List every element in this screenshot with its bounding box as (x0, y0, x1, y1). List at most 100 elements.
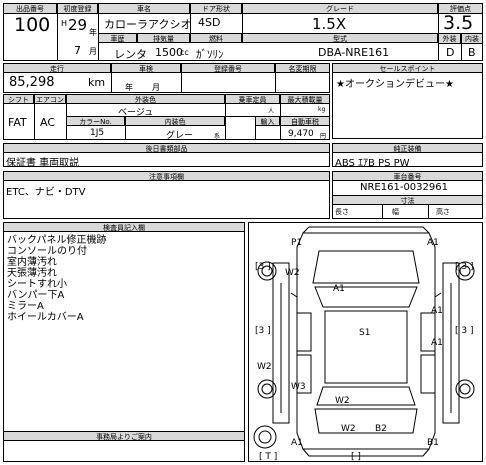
mark-w2: W2 (341, 424, 356, 434)
divider (280, 126, 281, 140)
inspector-note: バンパー下A (7, 290, 65, 301)
frame-no-label: 車台番号 (332, 171, 483, 181)
divider (125, 126, 126, 140)
length-label: 長さ (335, 208, 349, 216)
divider (428, 205, 429, 219)
ac-label: エアコン (34, 94, 66, 104)
lot-label: 出品番号 (3, 3, 57, 14)
mark-bracket: [ 3 ] (455, 326, 473, 336)
mark-w2: W2 (335, 396, 350, 406)
reg-no-label: 登録番号 (181, 63, 275, 73)
ac: AC (40, 116, 56, 129)
year-unit: 年 (89, 28, 97, 37)
reg-year-label: 初度登録 (57, 3, 98, 14)
mark-a1: A1 (291, 438, 303, 448)
capacity-label: 乗車定員 (225, 94, 280, 104)
width-label: 幅 (392, 208, 399, 216)
mark-w2: W2 (257, 362, 272, 372)
int-grade: B (468, 46, 476, 59)
mileage: 85,298 (9, 75, 55, 90)
int-color-label: 内装色 (125, 116, 225, 126)
displacement-label: 排気量 (137, 33, 190, 43)
docs-value: 保証書 車両取説 (6, 158, 80, 169)
mark-a1: A1 (431, 338, 443, 348)
inspector-notes: バックパネル修正機跡 コンソールのり付 室内薄汚れ 天張薄汚れ シートすれ小 バ… (7, 235, 107, 323)
model-label: 型式 (242, 33, 438, 43)
fuel: ｶﾞｿﾘﾝ (196, 48, 224, 61)
inspector-label: 検査員記入欄 (3, 222, 245, 232)
tax: 9,470 (288, 129, 314, 139)
color-label: 外装色 (66, 94, 225, 104)
mark-bracket: [ ] (351, 452, 361, 461)
usage: レンタ (114, 48, 147, 61)
inspector-note: 室内薄汚れ (7, 257, 57, 268)
inspection-year-unit: 年 (125, 83, 133, 92)
divider (34, 104, 35, 140)
car-name-label: 車名 (98, 3, 190, 14)
era: H (61, 19, 68, 28)
door-label: ドア形状 (190, 3, 242, 14)
reg-year: 29 (68, 16, 88, 34)
mark-bracket: [3 ] (255, 326, 271, 336)
mark-s1: S1 (359, 328, 370, 338)
payload-unit: kg (318, 106, 326, 113)
payload-label: 最大積載量 (280, 94, 330, 104)
inspection-label: 車検 (111, 63, 181, 73)
sales-point-label: セールスポイント (332, 63, 483, 73)
divider (461, 44, 462, 61)
mark-bracket: [ 3 ] (455, 262, 473, 272)
car-diagram: P1 A1 [3 ] [ 3 ] W2 A1 A1 S1 [3 ] [ 3 ] … (253, 226, 475, 462)
shift: FAT (8, 116, 27, 129)
notes-value: ETC、ナビ・DTV (6, 187, 86, 198)
inspector-note: 天張薄汚れ (7, 268, 57, 279)
fuel-label: 燃料 (190, 33, 242, 43)
lot-number: 100 (14, 14, 51, 36)
grade-label: グレード (242, 3, 438, 14)
equip-value: ABS ｴｱB PS PW (335, 158, 410, 169)
equip-label: 純正装備 (332, 143, 483, 153)
mileage-label: 走行 (3, 63, 111, 73)
tax-label: 自動車税 (280, 116, 330, 126)
color-code-label: カラーNo. (66, 116, 125, 126)
int-grade-label: 内装 (461, 33, 483, 44)
mark-w2: W2 (285, 268, 300, 278)
color-code: 1J5 (90, 128, 105, 138)
displacement: 1500 (155, 46, 183, 59)
car-name: カローラアクシオ (104, 18, 192, 31)
mark-bracket: [3 ] (255, 262, 271, 272)
model: DBA-NRE161 (318, 46, 390, 59)
sales-point: ★オークションデビュー★ (336, 79, 454, 90)
mark-p1: P1 (291, 238, 302, 248)
inspector-note: ミラーA (7, 301, 44, 312)
grade: 1.5X (312, 15, 347, 33)
notes-label: 注意事項欄 (3, 171, 330, 181)
office-label: 事務局よりご案内 (3, 431, 245, 441)
mark-a1: A1 (431, 306, 443, 316)
shift-label: シフト (3, 94, 34, 104)
height-label: 高さ (436, 208, 450, 216)
divider (255, 116, 256, 140)
docs-label: 後日書類部品 (3, 143, 330, 153)
divider (382, 205, 383, 219)
mark-bracket: [ T ] (259, 452, 277, 461)
door-type: 4SD (198, 16, 221, 29)
inspector-note: ホイールカバーA (7, 312, 84, 323)
inspection-month-unit: 月 (152, 83, 160, 92)
inspector-note: コンソールのり付 (7, 246, 87, 257)
usage-label: 車歴 (98, 33, 137, 43)
transfer-deadline-label: 名変期限 (275, 63, 330, 73)
int-color: グレー (166, 131, 194, 141)
mark-a1: A1 (333, 284, 345, 294)
int-color-suffix: 系 (214, 133, 221, 140)
score: 3.5 (443, 12, 474, 34)
mark-a1: A1 (427, 238, 439, 248)
inspector-note: バックパネル修正機跡 (7, 235, 107, 246)
mark-b1: B1 (427, 438, 439, 448)
capacity-unit: 人 (268, 108, 275, 115)
frame-no: NRE161-0032961 (360, 182, 448, 193)
import-label: 輸入 (255, 116, 280, 126)
mileage-unit: km (88, 76, 106, 89)
reg-month: 7 (74, 44, 81, 57)
inspector-note: シートすれ小 (7, 279, 67, 290)
size-label: 寸法 (332, 195, 483, 205)
